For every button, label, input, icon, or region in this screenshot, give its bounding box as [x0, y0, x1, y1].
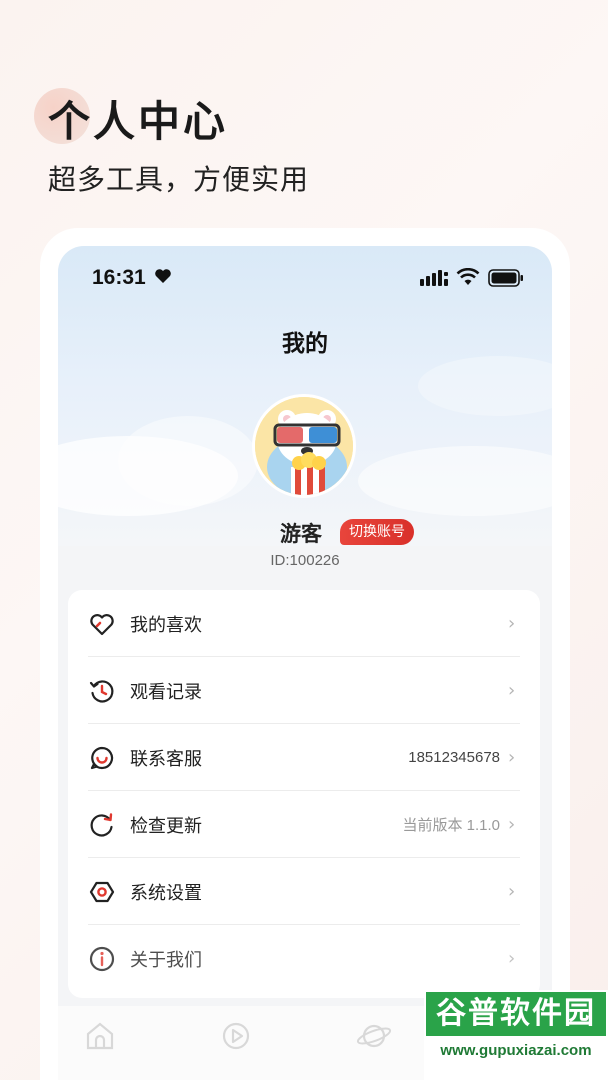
avatar[interactable] [252, 394, 356, 498]
menu-item-label: 我的喜欢 [130, 614, 202, 636]
username: 游客 [280, 522, 322, 546]
heart-icon [154, 268, 172, 288]
menu-item-history[interactable]: 观看记录 › [88, 657, 520, 724]
status-time: 16:31 [92, 266, 146, 289]
chevron-right-icon: › [508, 881, 516, 902]
home-icon[interactable] [80, 1016, 120, 1056]
planet-icon[interactable] [354, 1016, 394, 1056]
watermark-url: www.gupuxiazai.com [440, 1042, 592, 1059]
chevron-right-icon: › [508, 680, 516, 701]
history-icon [88, 677, 116, 705]
switch-account-button[interactable]: 切换账号 [340, 519, 414, 545]
menu-item-about[interactable]: 关于我们 › [88, 925, 520, 992]
settings-icon [88, 878, 116, 906]
watermark-logo: 谷普软件园 [426, 992, 606, 1036]
service-icon [88, 744, 116, 772]
menu-item-value: 18512345678 [408, 749, 500, 766]
menu-item-label: 检查更新 [130, 815, 202, 837]
site-watermark: 谷普软件园 www.gupuxiazai.com [424, 990, 608, 1080]
chevron-right-icon: › [508, 747, 516, 768]
user-id: ID:100226 [270, 552, 340, 569]
promo-title: 个人中心 [48, 97, 229, 146]
menu-item-label: 关于我们 [130, 949, 202, 971]
chevron-right-icon: › [508, 613, 516, 634]
promo-subtitle: 超多工具，方便实用 [48, 163, 310, 196]
heart-outline-icon [88, 610, 116, 638]
menu-item-customer-service[interactable]: 联系客服 18512345678 › [88, 724, 520, 791]
phone-screen: 16:31 我的 游客 切换账号 ID:100226 我的喜欢 › 观看记录 ›… [58, 246, 552, 1080]
play-icon[interactable] [216, 1016, 256, 1056]
refresh-icon [88, 811, 116, 839]
menu-item-settings[interactable]: 系统设置 › [88, 858, 520, 925]
info-icon [88, 945, 116, 973]
menu-card: 我的喜欢 › 观看记录 › 联系客服 18512345678 › 检查更新 当前… [68, 590, 540, 998]
wifi-icon [456, 267, 480, 290]
menu-item-label: 系统设置 [130, 882, 202, 904]
status-bar: 16:31 [58, 246, 552, 310]
menu-item-label: 联系客服 [130, 748, 202, 770]
menu-item-check-update[interactable]: 检查更新 当前版本 1.1.0 › [88, 791, 520, 858]
menu-item-label: 观看记录 [130, 681, 202, 703]
signal-icon [420, 270, 448, 290]
battery-icon [488, 269, 524, 291]
phone-frame: 16:31 我的 游客 切换账号 ID:100226 我的喜欢 › 观看记录 ›… [40, 228, 570, 1080]
app-version-value: 当前版本 1.1.0 [402, 817, 500, 834]
chevron-right-icon: › [508, 948, 516, 969]
page-title: 我的 [282, 331, 328, 357]
menu-item-favorites[interactable]: 我的喜欢 › [88, 590, 520, 657]
chevron-right-icon: › [508, 814, 516, 835]
